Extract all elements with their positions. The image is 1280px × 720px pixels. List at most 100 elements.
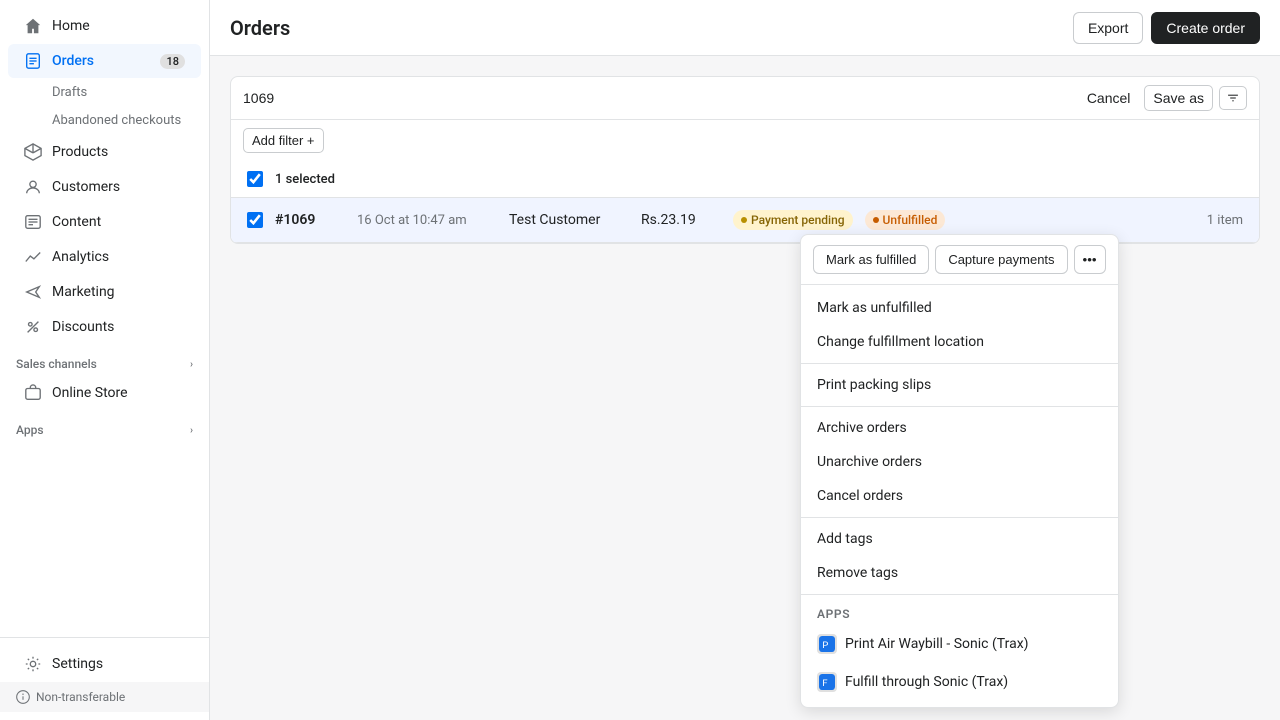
selected-count-label: 1 selected [275,172,335,187]
unarchive-label: Unarchive orders [817,454,922,470]
non-transferable-label: Non-transferable [36,690,125,704]
fulfillment-status-label: Unfulfilled [883,213,938,227]
order-customer: Test Customer [509,212,629,228]
dropdown-item-change-location[interactable]: Change fulfillment location [801,325,1118,359]
dropdown-item-remove-tags[interactable]: Remove tags [801,556,1118,590]
payment-status-dot [741,217,747,223]
dropdown-item-print-air-waybill[interactable]: P Print Air Waybill - Sonic (Trax) [801,625,1118,663]
more-actions-button[interactable]: ••• [1074,245,1106,274]
dropdown-item-unarchive[interactable]: Unarchive orders [801,445,1118,479]
remove-tags-label: Remove tags [817,565,898,581]
search-input[interactable] [243,90,1071,106]
dropdown-divider-4 [801,594,1118,595]
order-amount: Rs.23.19 [641,212,721,228]
print-packing-label: Print packing slips [817,377,931,393]
add-filter-bar: Add filter + [230,120,1260,161]
non-transferable-bar: Non-transferable [0,682,209,712]
filter-actions: Cancel Save as [1079,85,1247,111]
export-button[interactable]: Export [1073,12,1143,44]
sidebar-item-online-store[interactable]: Online Store [8,376,201,410]
archive-label: Archive orders [817,420,907,436]
change-location-label: Change fulfillment location [817,334,984,350]
orders-icon [24,52,42,70]
sidebar-item-settings[interactable]: Settings [8,647,201,681]
sidebar-item-home[interactable]: Home [8,9,201,43]
abandoned-checkouts-label: Abandoned checkouts [52,113,181,128]
select-all-checkbox[interactable] [247,171,263,187]
settings-icon [24,655,42,673]
mark-fulfilled-button[interactable]: Mark as fulfilled [813,245,929,274]
sidebar-item-abandoned-checkouts[interactable]: Abandoned checkouts [8,107,201,134]
order-items: 1 item [1207,213,1243,228]
sort-icon [1226,91,1240,105]
cancel-orders-label: Cancel orders [817,488,903,504]
products-icon [24,143,42,161]
content-area: Cancel Save as Add filter + 1 selected #… [210,56,1280,720]
more-icon: ••• [1083,252,1097,267]
sidebar: Home Orders 18 Drafts Abandoned checkout… [0,0,210,720]
mark-unfulfilled-label: Mark as unfulfilled [817,300,932,316]
orders-table: 1 selected #1069 16 Oct at 10:47 am Test… [230,161,1260,244]
create-order-button[interactable]: Create order [1151,12,1260,44]
sidebar-item-marketing[interactable]: Marketing [8,275,201,309]
table-selected-header: 1 selected [231,161,1259,198]
sidebar-item-drafts[interactable]: Drafts [8,79,201,106]
home-icon [24,17,42,35]
sidebar-item-analytics[interactable]: Analytics [8,240,201,274]
save-as-button[interactable]: Save as [1144,85,1213,111]
dropdown-item-print-packing[interactable]: Print packing slips [801,368,1118,402]
apps-chevron-icon: › [190,425,193,436]
sales-channels-section[interactable]: Sales channels › [0,345,209,375]
dropdown-item-mark-unfulfilled[interactable]: Mark as unfulfilled [801,291,1118,325]
action-toolbar-buttons: Mark as fulfilled Capture payments ••• [801,235,1118,285]
main-content: Orders Export Create order Cancel Save a… [210,0,1280,720]
apps-section[interactable]: Apps › [0,411,209,441]
svg-text:F: F [822,678,828,689]
cancel-button[interactable]: Cancel [1079,86,1139,110]
online-store-label: Online Store [52,385,128,401]
dropdown-item-fulfill-sonic[interactable]: F Fulfill through Sonic (Trax) [801,663,1118,701]
dropdown-divider-2 [801,406,1118,407]
payment-status-label: Payment pending [751,213,845,227]
analytics-icon [24,248,42,266]
row-checkbox[interactable] [247,212,263,228]
dropdown-item-cancel-orders[interactable]: Cancel orders [801,479,1118,513]
marketing-icon [24,283,42,301]
capture-payments-button[interactable]: Capture payments [935,245,1067,274]
dropdown-item-add-tags[interactable]: Add tags [801,522,1118,556]
print-air-waybill-label: Print Air Waybill - Sonic (Trax) [845,636,1029,652]
settings-label: Settings [52,656,103,672]
dropdown-divider-1 [801,363,1118,364]
sidebar-item-discounts[interactable]: Discounts [8,310,201,344]
order-number[interactable]: #1069 [275,212,345,228]
marketing-label: Marketing [52,284,115,300]
content-label: Content [52,214,101,230]
dropdown-divider-3 [801,517,1118,518]
sidebar-item-customers[interactable]: Customers [8,170,201,204]
payment-status-badge: Payment pending [733,210,853,230]
customers-icon [24,178,42,196]
add-filter-button[interactable]: Add filter + [243,128,324,153]
sidebar-item-content[interactable]: Content [8,205,201,239]
fulfill-sonic-label: Fulfill through Sonic (Trax) [845,674,1008,690]
filter-bar: Cancel Save as [230,76,1260,120]
sidebar-orders-label: Orders [52,53,94,69]
sidebar-item-orders[interactable]: Orders 18 [8,44,201,78]
topbar-actions: Export Create order [1073,12,1260,44]
fulfill-sonic-app-icon: F [817,672,837,692]
analytics-label: Analytics [52,249,109,265]
sort-button[interactable] [1219,86,1247,110]
sales-channels-chevron-icon: › [190,359,193,370]
print-air-waybill-app-icon: P [817,634,837,654]
topbar: Orders Export Create order [210,0,1280,56]
action-toolbar: Mark as fulfilled Capture payments ••• M… [800,234,1119,708]
dropdown-item-archive[interactable]: Archive orders [801,411,1118,445]
fulfillment-status-dot [873,217,879,223]
add-tags-label: Add tags [817,531,873,547]
discounts-icon [24,318,42,336]
order-date: 16 Oct at 10:47 am [357,213,497,228]
sidebar-item-products[interactable]: Products [8,135,201,169]
sidebar-home-label: Home [52,18,90,34]
customers-label: Customers [52,179,120,195]
orders-badge: 18 [160,54,185,69]
